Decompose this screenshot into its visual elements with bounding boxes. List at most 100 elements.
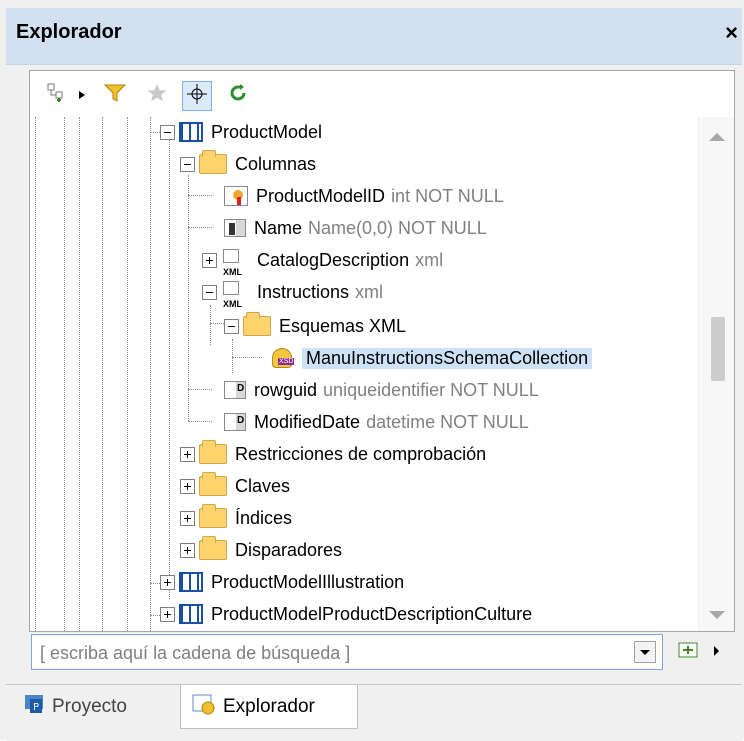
tree-row-instructions[interactable]: Instructions xml [202,277,384,309]
tree-row-productmodelid[interactable]: ProductModelID int NOT NULL [224,181,504,211]
tree-row-schema-collection[interactable]: ManuInstructionsSchemaCollection [270,343,593,373]
tree-row-type: int NOT NULL [391,185,504,206]
explorer-window: Explorador × ProductModel Columnas Produ… [0,0,744,741]
column-icon [224,381,246,399]
expand-icon[interactable] [180,478,195,494]
search-field[interactable]: [ escriba aquí la cadena de búsqueda ] [31,634,663,670]
column-icon [224,413,246,431]
column-icon [224,219,246,237]
project-icon: P [22,692,52,722]
table-icon [179,122,203,142]
locate-icon [187,83,207,109]
tree-row-label: ProductModel [211,121,323,142]
scroll-thumb[interactable] [711,317,725,381]
explorer-panel: ProductModel Columnas ProductModelID int… [29,70,735,632]
tree-row-columnas[interactable]: Columnas [180,149,316,179]
tree-row-label: rowguid [254,379,318,400]
tree-row-name[interactable]: Name Name(0,0) NOT NULL [224,213,487,243]
expand-icon[interactable] [160,606,175,622]
tree-row-label: ProductModelProductDescriptionCulture [211,603,533,624]
folder-icon [199,472,227,496]
scroll-down-icon[interactable] [709,611,725,619]
toggle-panel-icon [678,642,698,664]
tree-row-type: xml [355,281,384,302]
table-icon [179,604,203,624]
collapse-icon[interactable] [180,156,195,172]
add-node-button[interactable] [44,81,70,109]
xml-column-icon [221,249,249,277]
tree-view: ProductModel Columnas ProductModelID int… [30,117,698,631]
tree-row-restricciones[interactable]: Restricciones de comprobación [180,439,486,469]
folder-icon [243,312,271,336]
primary-key-column-icon [224,186,248,206]
tree-row-label: Disparadores [235,539,343,560]
expand-icon[interactable] [180,510,195,526]
tree-row-claves[interactable]: Claves [180,471,290,501]
tab-label: Proyecto [52,696,127,717]
tree-row-label: ProductModelID [256,185,386,206]
filter-icon [103,83,127,108]
tab-explorador[interactable]: Explorador [180,685,358,729]
tree-row-modifieddate[interactable]: ModifiedDate datetime NOT NULL [224,407,529,437]
add-node-icon [46,82,68,109]
tab-label: Explorador [223,695,315,717]
folder-icon [199,440,227,464]
favorite-icon [146,82,168,109]
tree-row-label: Esquemas XML [279,315,407,336]
refresh-button[interactable] [226,81,250,109]
search-dropdown-button[interactable] [634,641,656,663]
tree-row-label: ProductModelIllustration [211,571,405,592]
refresh-icon [228,83,248,108]
collapse-icon[interactable] [202,284,217,300]
vertical-scrollbar[interactable] [698,117,734,631]
filter-button[interactable] [100,81,130,109]
toolbar [30,71,734,117]
tree-row-indices[interactable]: Índices [180,503,292,533]
more-options-icon[interactable] [714,646,719,656]
tree-row-disparadores[interactable]: Disparadores [180,535,342,565]
window-title: Explorador [16,21,122,43]
tree-row-catalogdescription[interactable]: CatalogDescription xml [202,245,444,277]
svg-text:P: P [33,702,39,713]
expand-icon[interactable] [180,446,195,462]
tree-row-type: xml [415,249,444,270]
tree-row-productmodelillustration[interactable]: ProductModelIllustration [160,567,404,597]
close-button[interactable]: × [725,20,738,46]
tree-row-rowguid[interactable]: rowguid uniqueidentifier NOT NULL [224,375,539,405]
collapse-icon[interactable] [160,124,175,140]
tree-row-label: Índices [235,507,293,528]
scroll-up-icon[interactable] [709,133,725,141]
tree-row-label: Instructions [257,281,350,302]
tree-row-label: Columnas [235,153,317,174]
folder-icon [199,504,227,528]
tree-row-label: Name [254,217,303,238]
schema-collection-icon [270,348,295,368]
tree-row-type: uniqueidentifier NOT NULL [323,379,539,400]
table-icon [179,572,203,592]
expand-icon[interactable] [160,574,175,590]
tab-proyecto[interactable]: P Proyecto [22,685,170,729]
dropdown-arrow-icon [79,86,85,104]
toggle-panel-button[interactable] [678,642,698,660]
folder-icon [199,150,227,174]
expand-icon[interactable] [202,252,217,268]
tree-row-label: Claves [235,475,291,496]
folder-icon [199,536,227,560]
tree-row-productmodel[interactable]: ProductModel [160,117,322,147]
tree-row-label: CatalogDescription [257,249,410,270]
collapse-icon[interactable] [224,318,239,334]
add-node-dropdown[interactable] [78,81,86,109]
titlebar: Explorador × [6,8,742,65]
explorer-icon [191,692,223,722]
bottom-tabs: P Proyecto Explorador [6,684,742,741]
expand-icon[interactable] [180,542,195,558]
favorite-button[interactable] [142,81,172,109]
tree-row-esquemas-xml[interactable]: Esquemas XML [224,311,406,341]
tree-row-productmodelproductdescriptionculture[interactable]: ProductModelProductDescriptionCulture [160,599,532,629]
tree-row-type: Name(0,0) NOT NULL [308,217,487,238]
tree-row-label: ManuInstructionsSchemaCollection [302,347,593,369]
locate-button[interactable] [182,81,212,111]
xml-column-icon [221,281,249,309]
search-placeholder: [ escriba aquí la cadena de búsqueda ] [40,643,351,663]
tree-row-label: Restricciones de comprobación [235,443,487,464]
